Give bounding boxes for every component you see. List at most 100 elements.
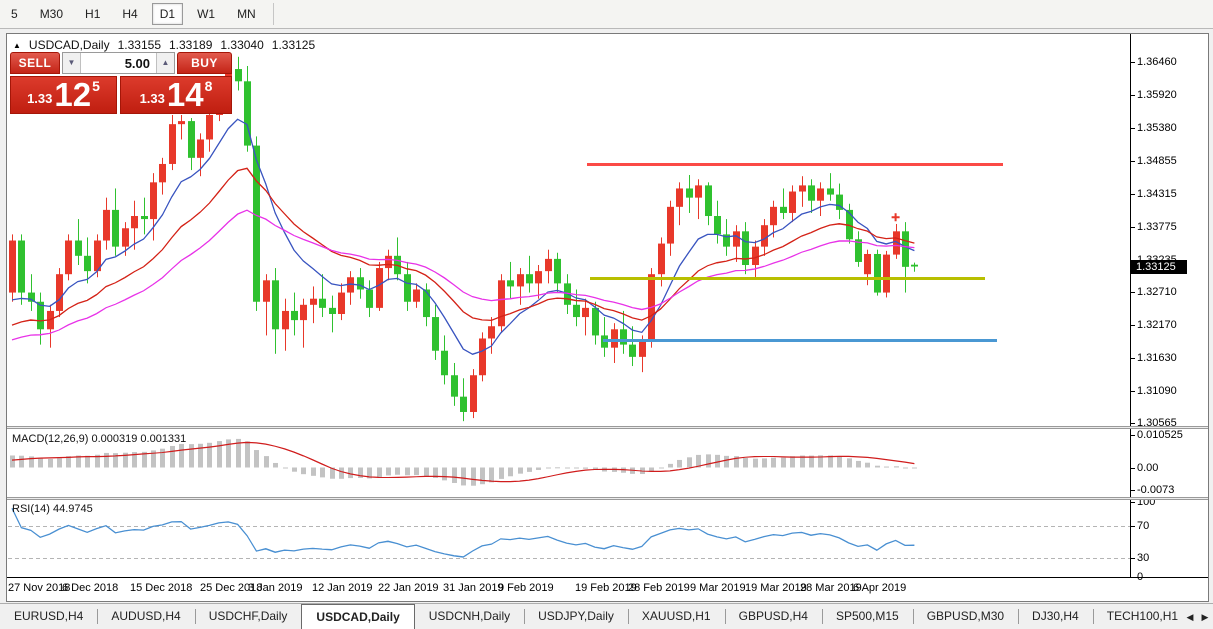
rsi-indicator-label: RSI(14) 44.9745: [12, 503, 93, 515]
current-price-tag: 1.33125: [1131, 260, 1187, 274]
date-axis-label: 22 Jan 2019: [378, 582, 439, 594]
axis-tick: [1130, 358, 1135, 359]
buy-price-pip: 8: [205, 78, 213, 94]
chart-title: ▲ USDCAD,Daily 1.33155 1.33189 1.33040 1…: [13, 38, 315, 52]
ohlc-open: 1.33155: [118, 38, 161, 52]
axis-tick: [1130, 325, 1135, 326]
axis-tick: [1130, 435, 1135, 436]
timeframe-button-w1[interactable]: W1: [189, 3, 223, 25]
tab-scroll-left-icon[interactable]: ◀: [1184, 611, 1196, 623]
sell-price-prefix: 1.33: [27, 91, 52, 106]
sell-price-panel[interactable]: 1.33 12 5: [10, 76, 117, 114]
axis-tick: [1130, 502, 1135, 503]
one-click-trade-panel: SELL ▼ ▲ BUY 1.33 12 5 1.33 14 8: [10, 52, 232, 114]
chart-tab-gbpusd-m30[interactable]: GBPUSD,M30: [913, 604, 1018, 629]
chart-tab-usdjpy-daily[interactable]: USDJPY,Daily: [524, 604, 628, 629]
sell-price-pip: 5: [92, 78, 100, 94]
date-axis-label: 19 Mar 2019: [745, 582, 807, 594]
axis-tick: [1130, 577, 1135, 578]
axis-tick: [1130, 490, 1135, 491]
date-axis-label: 9 Feb 2019: [498, 582, 554, 594]
axis-tick: [1130, 194, 1135, 195]
axis-tick: [1130, 62, 1135, 63]
mt4-terminal: 5 M30 H1 H4 D1 W1 MN ▲ USDCAD,Daily 1.33155 1.…: [0, 0, 1213, 629]
ohlc-high: 1.33189: [169, 38, 212, 52]
volume-decrease-button[interactable]: ▼: [63, 53, 81, 73]
axis-tick: [1130, 128, 1135, 129]
chart-tab-audusd-h4[interactable]: AUDUSD,H4: [97, 604, 194, 629]
timeframe-button-5[interactable]: 5: [3, 3, 26, 25]
buy-price-prefix: 1.33: [140, 91, 165, 106]
rsi-canvas[interactable]: [8, 500, 1130, 577]
volume-increase-button[interactable]: ▲: [156, 53, 174, 73]
price-axis-label: 1.34855: [1137, 155, 1177, 167]
timeframe-button-h1[interactable]: H1: [77, 3, 108, 25]
chart-tab-eurusd-h4[interactable]: EURUSD,H4: [0, 604, 97, 629]
macd-axis-label: -0.0073: [1137, 484, 1174, 496]
date-axis-label: 9 Mar 2019: [690, 582, 746, 594]
sell-price-big: 12: [54, 80, 91, 110]
timeframe-button-m30[interactable]: M30: [32, 3, 71, 25]
rsi-axis-label: 70: [1137, 520, 1149, 532]
pane-splitter[interactable]: [7, 497, 1208, 500]
axis-tick: [1130, 526, 1135, 527]
collapse-triangle-icon[interactable]: ▲: [13, 41, 21, 50]
price-axis-label: 1.36460: [1137, 56, 1177, 68]
chart-tab-tech100-h1[interactable]: TECH100,H1: [1093, 604, 1181, 629]
ohlc-close: 1.33125: [272, 38, 315, 52]
timeframe-toolbar: 5 M30 H1 H4 D1 W1 MN: [0, 0, 1213, 29]
chart-bottom-border: [7, 577, 1208, 578]
chart-tab-usdchf-daily[interactable]: USDCHF,Daily: [195, 604, 302, 629]
buy-price-panel[interactable]: 1.33 14 8: [120, 76, 232, 114]
axis-tick: [1130, 391, 1135, 392]
timeframe-button-mn[interactable]: MN: [229, 3, 264, 25]
chart-tab-xauusd-h1[interactable]: XAUUSD,H1: [628, 604, 725, 629]
pane-splitter[interactable]: [7, 426, 1208, 429]
axis-tick: [1130, 292, 1135, 293]
ohlc-low: 1.33040: [220, 38, 263, 52]
macd-axis-label: 0.010525: [1137, 429, 1183, 441]
axis-tick: [1130, 161, 1135, 162]
axis-tick: [1130, 423, 1135, 424]
buy-price-big: 14: [167, 80, 204, 110]
date-axis-label: 6 Dec 2018: [62, 582, 118, 594]
timeframe-button-d1[interactable]: D1: [152, 3, 183, 25]
buy-button[interactable]: BUY: [177, 52, 232, 74]
chart-tab-bar: EURUSD,H4AUDUSD,H4USDCHF,DailyUSDCAD,Dai…: [0, 603, 1213, 629]
price-axis-label: 1.32710: [1137, 286, 1177, 298]
price-axis-label: 1.31630: [1137, 352, 1177, 364]
rsi-axis-label: 0: [1137, 571, 1143, 583]
tab-strip: EURUSD,H4AUDUSD,H4USDCHF,DailyUSDCAD,Dai…: [0, 604, 1181, 629]
tab-scroll-right-icon[interactable]: ▶: [1199, 611, 1211, 623]
date-axis-label: 28 Feb 2019: [628, 582, 690, 594]
macd-axis-label: 0.00: [1137, 462, 1158, 474]
date-axis-label: 15 Dec 2018: [130, 582, 192, 594]
price-axis-label: 1.31090: [1137, 385, 1177, 397]
price-axis-label: 1.33775: [1137, 221, 1177, 233]
macd-indicator-label: MACD(12,26,9) 0.000319 0.001331: [12, 433, 186, 445]
date-axis-label: 3 Jan 2019: [248, 582, 302, 594]
sell-button[interactable]: SELL: [10, 52, 60, 74]
axis-tick: [1130, 95, 1135, 96]
price-axis-label: 1.35920: [1137, 89, 1177, 101]
chart-tab-usdcad-daily[interactable]: USDCAD,Daily: [301, 604, 414, 629]
volume-spinner: ▼ ▲: [62, 52, 175, 74]
chart-tab-gbpusd-h4[interactable]: GBPUSD,H4: [725, 604, 822, 629]
axis-tick: [1130, 468, 1135, 469]
axis-tick: [1130, 227, 1135, 228]
date-axis-label: 6 Apr 2019: [853, 582, 906, 594]
toolbar-separator: [273, 3, 274, 25]
chart-tab-sp500-m15[interactable]: SP500,M15: [822, 604, 913, 629]
price-axis-label: 1.32170: [1137, 319, 1177, 331]
axis-tick: [1130, 558, 1135, 559]
date-axis-label: 12 Jan 2019: [312, 582, 373, 594]
chart-tab-usdcnh-daily[interactable]: USDCNH,Daily: [415, 604, 524, 629]
price-axis-label: 1.34315: [1137, 188, 1177, 200]
price-axis[interactable]: 1.33125 1.364601.359201.353801.348551.34…: [1131, 34, 1208, 577]
volume-input[interactable]: [81, 53, 156, 73]
timeframe-button-h4[interactable]: H4: [114, 3, 145, 25]
date-axis-label: 31 Jan 2019: [443, 582, 504, 594]
date-axis[interactable]: 27 Nov 20186 Dec 201815 Dec 201825 Dec 2…: [7, 578, 1208, 601]
chart-symbol: USDCAD,Daily: [29, 38, 110, 52]
chart-tab-dj30-h4[interactable]: DJ30,H4: [1018, 604, 1093, 629]
